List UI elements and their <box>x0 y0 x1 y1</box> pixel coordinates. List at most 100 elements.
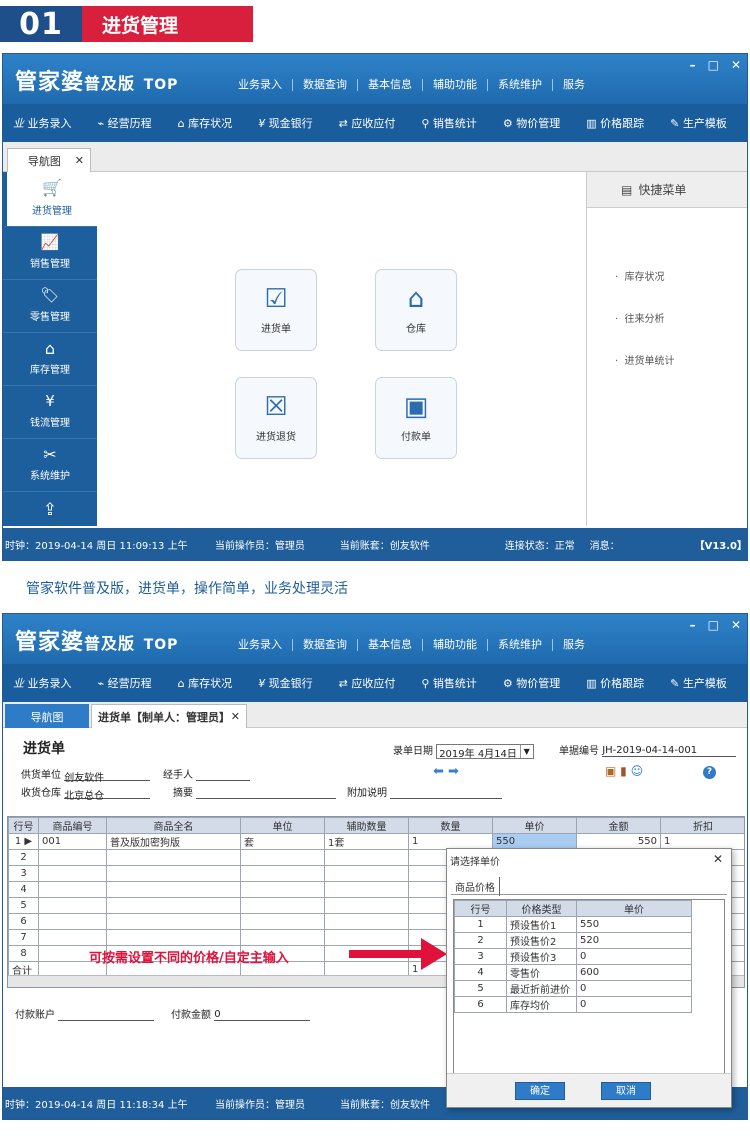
prev-arrow-icon[interactable]: ⬅ <box>433 764 444 779</box>
help-icon[interactable]: ? <box>703 766 716 779</box>
top-menu-item[interactable]: 系统维护 <box>488 79 553 91</box>
next-arrow-icon[interactable]: ➡ <box>448 764 459 779</box>
tab-navigation[interactable]: 导航图 <box>5 704 89 728</box>
close-icon[interactable]: ✕ <box>713 852 723 866</box>
tab-price[interactable]: 商品价格 <box>451 877 500 896</box>
pay-account-field[interactable] <box>58 1009 155 1021</box>
unit-cell[interactable]: 套 <box>240 833 325 850</box>
toolbar-receivable[interactable]: ⇄ 应收应付 <box>339 115 396 131</box>
payment-card[interactable]: ▣ 付款单 <box>375 377 457 459</box>
note-field[interactable] <box>390 787 503 799</box>
toolbar-price[interactable]: ⚙ 物价管理 <box>503 675 560 691</box>
column-header[interactable]: 单价 <box>492 817 577 834</box>
top-menu-item[interactable]: 基本信息 <box>358 79 423 91</box>
top-menu-item[interactable]: 基本信息 <box>358 639 423 651</box>
toolbar-cash[interactable]: ¥ 现金银行 <box>258 675 313 691</box>
top-menu-item[interactable]: 辅助功能 <box>423 79 488 91</box>
close-button[interactable]: ✕ <box>731 618 741 632</box>
pay-amount-field[interactable]: 0 <box>214 1009 311 1021</box>
toolbar-production[interactable]: ✎ 生产模板 <box>670 115 727 131</box>
summary-field[interactable] <box>196 787 337 799</box>
sidenav-purchase[interactable]: 🛒 进货管理 <box>3 172 97 227</box>
top-menu-item[interactable]: 服务 <box>553 79 595 91</box>
status-connection: 连接状态：正常 <box>504 540 575 552</box>
aux-qty-cell[interactable]: 1套 <box>324 833 409 850</box>
handler-field[interactable] <box>196 769 251 781</box>
column-header[interactable]: 折扣 <box>660 817 744 834</box>
close-button[interactable]: ✕ <box>731 58 741 72</box>
toolbar-business-entry[interactable]: 业 业务录入 <box>13 115 72 131</box>
toolbar-sales-stats[interactable]: ⚲ 销售统计 <box>421 675 477 691</box>
column-header[interactable]: 金额 <box>576 817 661 834</box>
table-row[interactable]: 4 零售价 600 <box>454 964 692 981</box>
maximize-button[interactable]: □ <box>708 58 719 72</box>
top-menu-item[interactable]: 系统维护 <box>488 639 553 651</box>
warehouse-field[interactable]: 北京总仓 <box>64 787 151 802</box>
minimize-button[interactable]: – <box>690 618 696 632</box>
sidenav-cashflow[interactable]: ¥ 钱流管理 <box>3 386 97 439</box>
toolbar-price-track[interactable]: ▥ 价格跟踪 <box>586 115 644 131</box>
column-header[interactable]: 行号 <box>454 900 507 917</box>
toolbar-sales-stats[interactable]: ⚲ 销售统计 <box>421 115 477 131</box>
column-header[interactable]: 商品编号 <box>38 817 107 834</box>
close-icon[interactable]: ✕ <box>231 710 240 723</box>
sidenav-system[interactable]: ✂ 系统维护 <box>3 439 97 492</box>
column-header[interactable]: 单位 <box>240 817 325 834</box>
toolbar-price[interactable]: ⚙ 物价管理 <box>503 115 560 131</box>
cancel-button[interactable]: 取消 <box>601 1082 651 1100</box>
top-menu-item[interactable]: 业务录入 <box>228 79 293 91</box>
tab-purchase-order[interactable]: 进货单【制单人：管理员】 ✕ <box>91 704 247 728</box>
column-header[interactable]: 数量 <box>408 817 493 834</box>
product-code-cell[interactable]: 001 <box>38 833 107 850</box>
toolbar-history[interactable]: ⌁ 经营历程 <box>98 115 152 131</box>
toolbar-history[interactable]: ⌁ 经营历程 <box>98 675 152 691</box>
close-icon[interactable]: ✕ <box>75 154 84 167</box>
quick-menu-item[interactable]: · 进货单统计 <box>615 352 675 367</box>
tab-strip: 导航图 进货单【制单人：管理员】 ✕ <box>3 702 747 728</box>
toolbar-business-entry[interactable]: 业 业务录入 <box>13 675 72 691</box>
record-date-row: 录单日期 2019年 4月14日 ▼ <box>393 742 535 760</box>
sidenav-retail[interactable]: 🏷 零售管理 <box>3 280 97 333</box>
table-row[interactable]: 2 预设售价2 520 <box>454 932 692 949</box>
table-row[interactable]: 3 预设售价3 0 <box>454 948 692 965</box>
user-icon[interactable]: ☺ <box>631 764 644 778</box>
price-type-cell: 库存均价 <box>506 996 577 1013</box>
minimize-button[interactable]: – <box>690 58 696 72</box>
maximize-button[interactable]: □ <box>708 618 719 632</box>
supplier-field[interactable]: 创友软件 <box>64 769 151 784</box>
top-menu-item[interactable]: 辅助功能 <box>423 639 488 651</box>
toolbar-price-track[interactable]: ▥ 价格跟踪 <box>586 675 644 691</box>
stamp-icon[interactable]: ▣ <box>605 764 616 778</box>
top-menu-item[interactable]: 业务录入 <box>228 639 293 651</box>
warehouse-card[interactable]: ⌂ 仓库 <box>375 269 457 351</box>
top-menu-item[interactable]: 数据查询 <box>293 639 358 651</box>
ok-button[interactable]: 确定 <box>515 1082 565 1100</box>
sidenav-share[interactable]: ⇪ <box>3 492 97 532</box>
book-icon[interactable]: ▮ <box>620 764 627 778</box>
column-header[interactable]: 行号 <box>8 817 39 834</box>
sidenav-inventory[interactable]: ⌂ 库存管理 <box>3 333 97 386</box>
toolbar-stock[interactable]: ⌂ 库存状况 <box>178 675 232 691</box>
column-header[interactable]: 辅助数量 <box>324 817 409 834</box>
toolbar-production[interactable]: ✎ 生产模板 <box>670 675 727 691</box>
top-menu-item[interactable]: 数据查询 <box>293 79 358 91</box>
tab-navigation[interactable]: 导航图 ✕ <box>7 148 91 172</box>
toolbar-stock[interactable]: ⌂ 库存状况 <box>178 115 232 131</box>
column-header[interactable]: 单价 <box>576 900 692 917</box>
purchase-order-card[interactable]: ☑ 进货单 <box>235 269 317 351</box>
toolbar-receivable[interactable]: ⇄ 应收应付 <box>339 675 396 691</box>
top-menu-item[interactable]: 服务 <box>553 639 595 651</box>
record-date-field[interactable]: 2019年 4月14日 ▼ <box>436 743 535 760</box>
table-row[interactable]: 1 预设售价1 550 <box>454 916 692 933</box>
quick-menu-item[interactable]: · 往来分析 <box>615 310 665 325</box>
doc-no-field[interactable]: JH-2019-04-14-001 <box>602 745 737 757</box>
column-header[interactable]: 价格类型 <box>506 900 577 917</box>
purchase-return-card[interactable]: ☒ 进货退货 <box>235 377 317 459</box>
toolbar-cash[interactable]: ¥ 现金银行 <box>258 115 313 131</box>
table-row[interactable]: 5 最近折前进价 0 <box>454 980 692 997</box>
product-name-cell[interactable]: 普及版加密狗版 <box>106 833 241 850</box>
sidenav-sales[interactable]: 📈 销售管理 <box>3 227 97 280</box>
table-row[interactable]: 6 库存均价 0 <box>454 996 692 1013</box>
column-header[interactable]: 商品全名 <box>106 817 241 834</box>
quick-menu-item[interactable]: · 库存状况 <box>615 268 665 283</box>
